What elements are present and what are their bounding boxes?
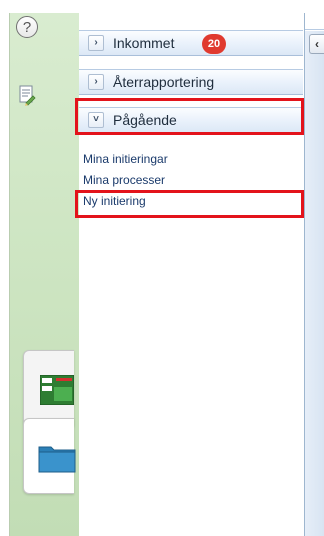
- expand-chevron-icon[interactable]: ›: [88, 74, 104, 90]
- link-mina-initieringar[interactable]: Mina initieringar: [83, 152, 168, 166]
- annotation-highlight-ny-initiering: [75, 190, 304, 218]
- chevron-left-icon: ‹: [315, 37, 319, 51]
- expand-chevron-icon[interactable]: ›: [88, 35, 104, 51]
- link-mina-processer[interactable]: Mina processer: [83, 173, 165, 187]
- section-inkommet[interactable]: › Inkommet 20: [79, 30, 303, 56]
- blue-folder-icon: [38, 446, 76, 473]
- navigation-panel: › Inkommet 20 › Återrapportering ˅ Pågåe…: [79, 13, 305, 536]
- help-button[interactable]: ?: [16, 16, 38, 38]
- document-edit-icon[interactable]: [19, 85, 36, 107]
- green-window-icon: [40, 375, 74, 405]
- question-circle-icon: ?: [22, 19, 32, 36]
- app-tile-2[interactable]: [23, 418, 76, 494]
- section-label: Inkommet: [113, 35, 175, 51]
- app-tile-1[interactable]: [23, 350, 74, 426]
- count-badge: 20: [202, 34, 226, 54]
- collapse-panel-button[interactable]: ‹: [309, 34, 324, 54]
- annotation-highlight-pagaende: [75, 98, 304, 135]
- section-label: Återrapportering: [113, 74, 215, 90]
- content-edge: [305, 31, 324, 536]
- section-aterrapportering[interactable]: › Återrapportering: [79, 69, 303, 95]
